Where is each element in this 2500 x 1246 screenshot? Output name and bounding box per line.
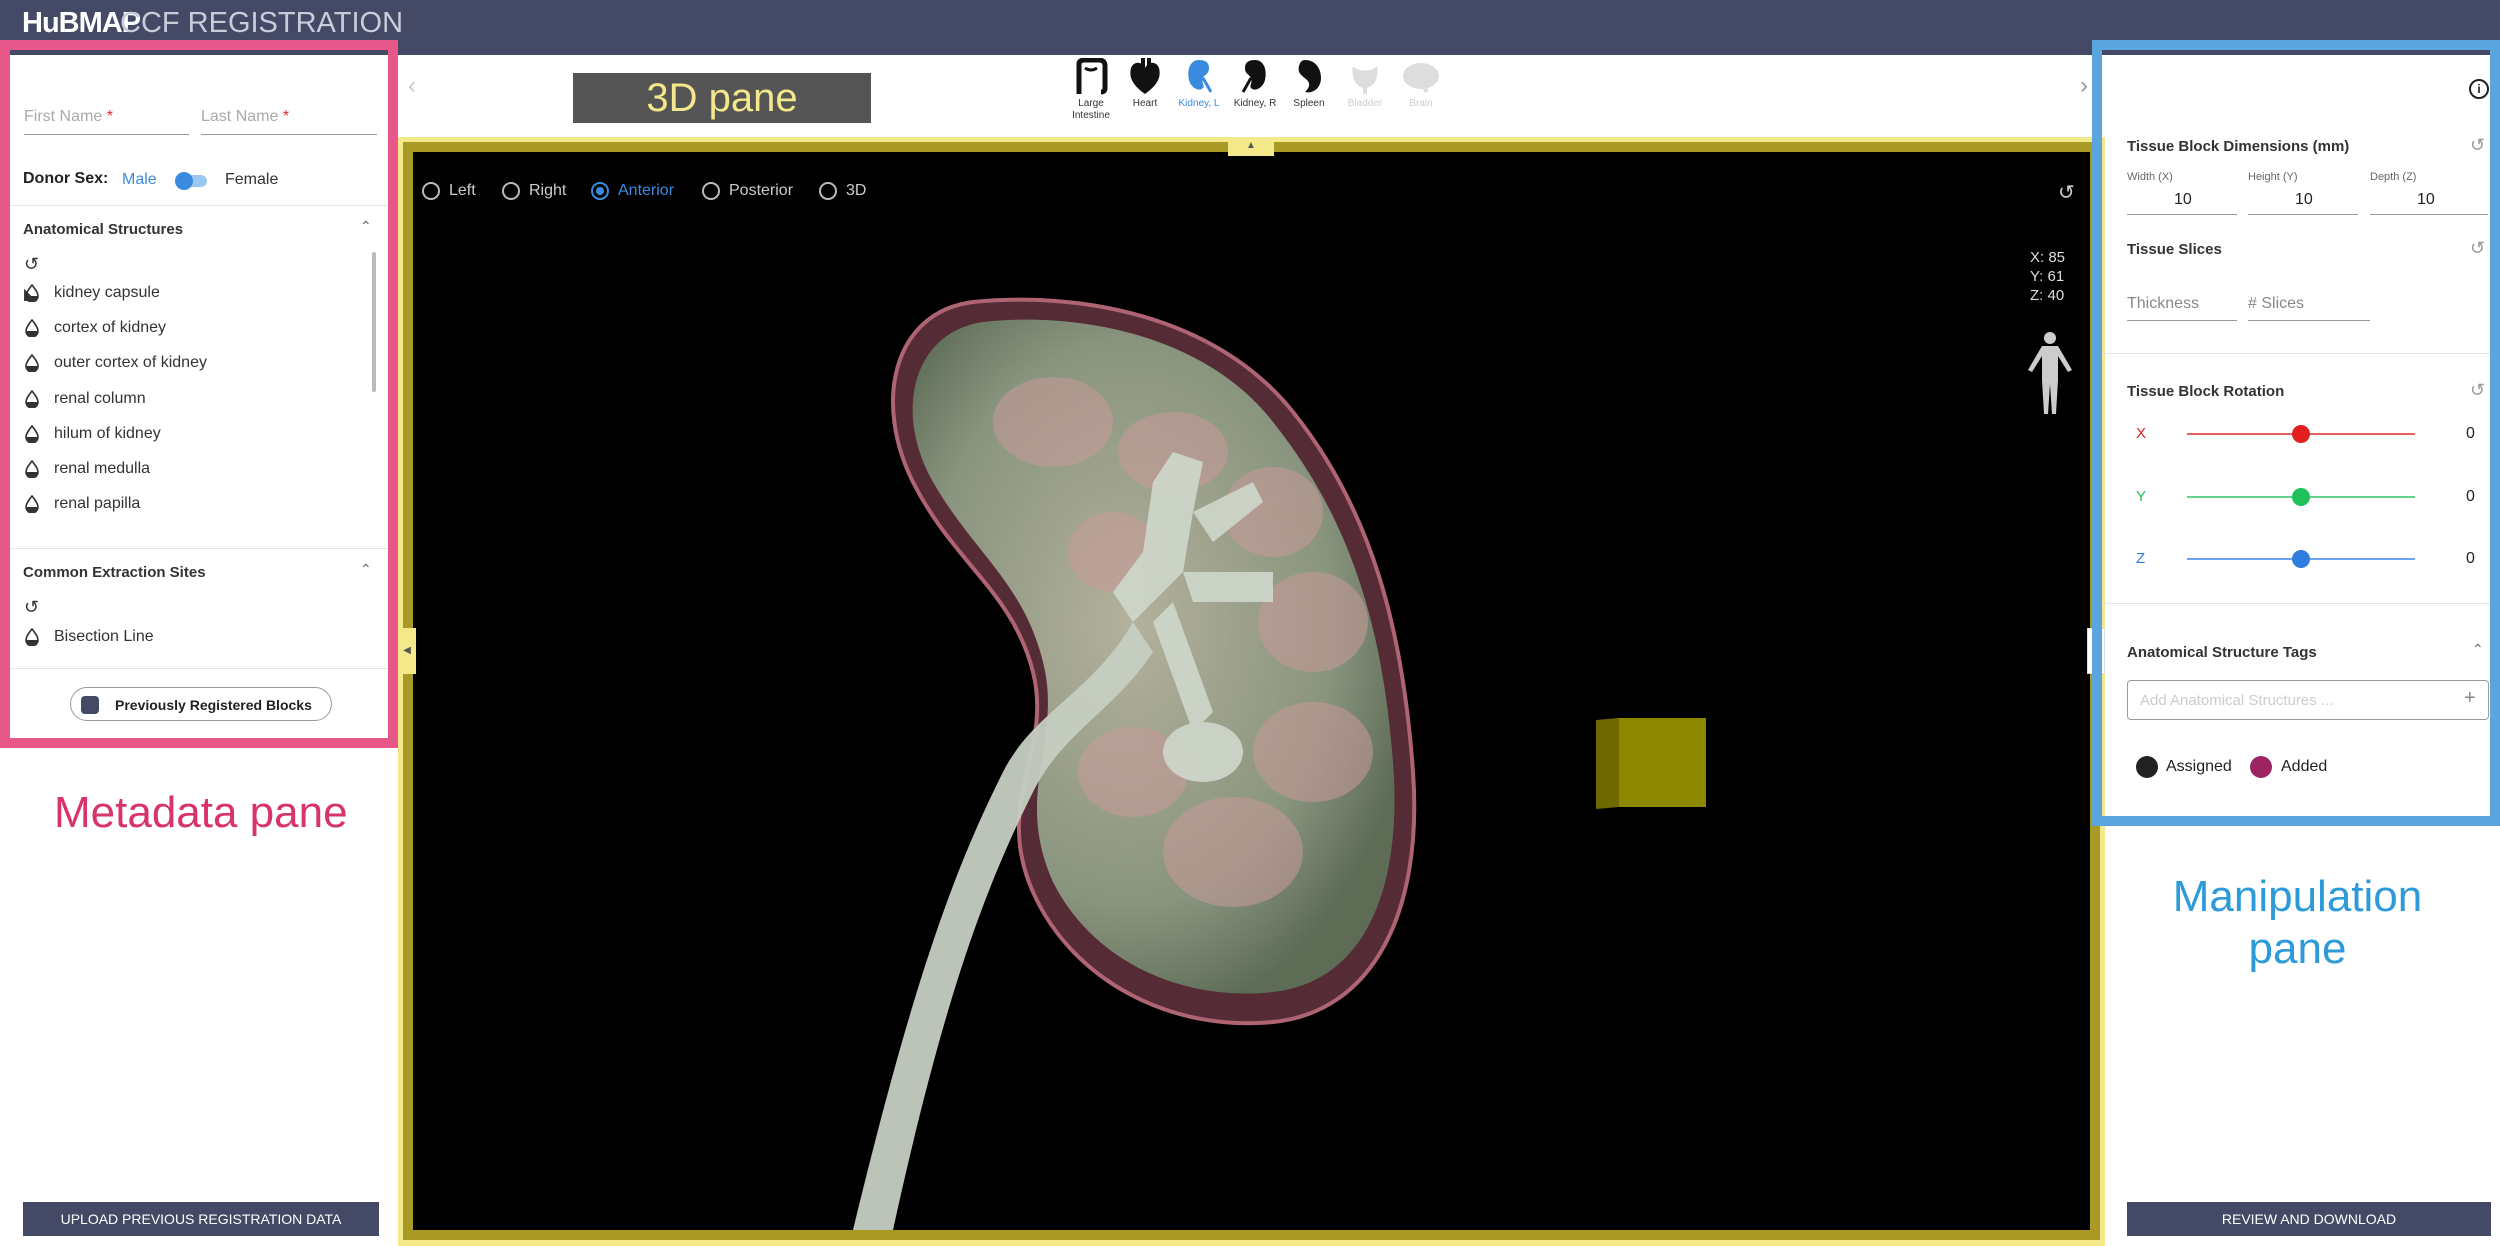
- kidney-right-icon: [1241, 60, 1266, 93]
- organ-kidney-left[interactable]: Kidney, L: [1169, 58, 1229, 128]
- view-anterior-label[interactable]: Anterior: [618, 182, 674, 200]
- organ-label: Brain: [1409, 98, 1433, 109]
- view-3d-radio[interactable]: [819, 182, 837, 200]
- organ-next-chevron-icon[interactable]: ›: [2080, 72, 2088, 100]
- view-right-label[interactable]: Right: [529, 182, 566, 200]
- organ-heart[interactable]: Heart: [1115, 58, 1175, 128]
- large-intestine-icon: [1076, 58, 1108, 95]
- manipulation-pane-annotation-2: pane: [2248, 924, 2347, 973]
- organ-large-intestine[interactable]: Large Intestine: [1061, 58, 1121, 128]
- organ-brain: Brain: [1391, 58, 1451, 128]
- collapse-left-handle[interactable]: ◀: [398, 628, 416, 674]
- organ-bladder: Bladder: [1335, 58, 1395, 128]
- manipulation-pane-frame: [2092, 40, 2500, 826]
- collapse-top-handle[interactable]: ▲: [1228, 140, 1274, 156]
- organ-prev-chevron-icon[interactable]: ‹: [408, 72, 416, 100]
- upload-registration-button[interactable]: UPLOAD PREVIOUS REGISTRATION DATA: [23, 1202, 379, 1236]
- organ-label: Kidney, R: [1233, 98, 1277, 109]
- 3d-pane-annotation: 3D pane: [646, 76, 798, 120]
- organ-spleen[interactable]: Spleen: [1279, 58, 1339, 128]
- kidney-left-icon: [1188, 60, 1213, 93]
- metadata-pane-frame: [0, 40, 398, 748]
- coord-y: Y: 61: [2030, 268, 2065, 285]
- body-orientation-icon[interactable]: [2020, 330, 2080, 415]
- coord-x: X: 85: [2030, 249, 2066, 266]
- heart-icon: [1130, 58, 1160, 94]
- organ-label: Intestine: [1072, 110, 1110, 121]
- view-3d-label[interactable]: 3D: [846, 182, 866, 200]
- coord-z: Z: 40: [2030, 287, 2065, 304]
- review-download-button[interactable]: REVIEW AND DOWNLOAD: [2127, 1202, 2491, 1236]
- organ-label: Large: [1078, 98, 1104, 109]
- organ-label: Bladder: [1347, 98, 1383, 109]
- view-posterior-radio[interactable]: [702, 182, 720, 200]
- organ-label: Kidney, L: [1178, 98, 1220, 109]
- organ-label: Spleen: [1293, 98, 1325, 109]
- reset-view-icon[interactable]: ↺: [2058, 180, 2075, 205]
- organ-label: Heart: [1132, 98, 1158, 109]
- bladder-icon: [1352, 66, 1378, 94]
- metadata-pane-annotation: Metadata pane: [54, 788, 348, 837]
- brain-icon: [1403, 63, 1439, 94]
- view-left-radio[interactable]: [422, 182, 440, 200]
- 3d-viewport-border: [403, 142, 2100, 1240]
- spleen-icon: [1298, 60, 1321, 93]
- app-title: CCF REGISTRATION: [120, 7, 404, 39]
- view-posterior-label[interactable]: Posterior: [729, 182, 793, 200]
- manipulation-pane-annotation-1: Manipulation: [2172, 872, 2423, 921]
- view-anterior-radio[interactable]: [591, 182, 609, 200]
- view-right-radio[interactable]: [502, 182, 520, 200]
- view-left-label[interactable]: Left: [449, 182, 476, 200]
- organ-kidney-right[interactable]: Kidney, R: [1225, 58, 1285, 128]
